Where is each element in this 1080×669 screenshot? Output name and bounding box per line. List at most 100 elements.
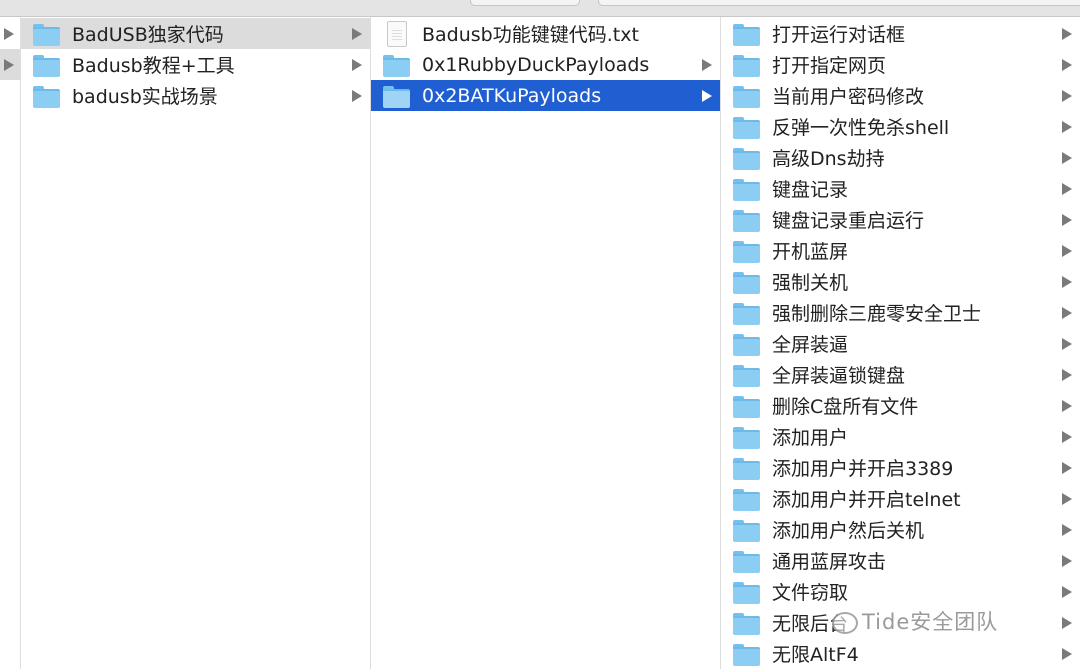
item-label: Badusb教程+工具 xyxy=(72,55,235,77)
chevron-right-icon xyxy=(1062,244,1072,257)
item-label: badusb实战场景 xyxy=(72,86,218,108)
list-item[interactable]: 添加用户并开启3389 xyxy=(721,452,1080,483)
list-item[interactable]: 0x1RubbyDuckPayloads xyxy=(371,49,720,80)
parent-row[interactable] xyxy=(0,18,20,49)
folder-icon xyxy=(733,643,760,666)
folder-icon xyxy=(733,240,760,263)
folder-icon xyxy=(733,426,760,449)
chevron-right-icon xyxy=(352,58,362,71)
chevron-right-icon xyxy=(1062,523,1072,536)
item-label: 添加用户 xyxy=(772,427,849,449)
item-label: 添加用户并开启3389 xyxy=(772,458,954,480)
list-item[interactable]: 强制删除三鹿零安全卫士 xyxy=(721,297,1080,328)
chevron-right-icon xyxy=(1062,120,1072,133)
chevron-right-icon xyxy=(1062,306,1072,319)
folder-icon xyxy=(733,116,760,139)
list-item[interactable]: 文件窃取 xyxy=(721,576,1080,607)
item-label: 添加用户然后关机 xyxy=(772,520,925,542)
disclosure-arrow-icon[interactable] xyxy=(4,27,14,40)
list-item[interactable]: 删除C盘所有文件 xyxy=(721,390,1080,421)
item-label: 键盘记录 xyxy=(772,179,849,201)
folder-icon xyxy=(733,550,760,573)
toolbar xyxy=(0,0,1080,17)
chevron-right-icon xyxy=(1062,151,1072,164)
folder-icon xyxy=(733,333,760,356)
folder-icon xyxy=(733,147,760,170)
toolbar-control[interactable] xyxy=(470,0,580,6)
list-item[interactable]: Badusb功能键键代码.txt xyxy=(371,18,720,49)
folder-icon xyxy=(33,23,60,46)
watermark: Tide安全团队 xyxy=(832,606,998,636)
list-item[interactable]: BadUSB独家代码 xyxy=(21,18,370,49)
folder-icon xyxy=(733,581,760,604)
item-label: BadUSB独家代码 xyxy=(72,24,224,46)
list-item[interactable]: 0x2BATKuPayloads xyxy=(371,80,720,111)
chevron-right-icon xyxy=(1062,182,1072,195)
chevron-right-icon xyxy=(702,58,712,71)
item-label: Badusb功能键键代码.txt xyxy=(422,24,639,46)
list-item[interactable]: 无限AltF4 xyxy=(721,638,1080,669)
list-item[interactable]: Badusb教程+工具 xyxy=(21,49,370,80)
folder-icon xyxy=(733,457,760,480)
list-item[interactable]: 添加用户 xyxy=(721,421,1080,452)
list-item[interactable]: 当前用户密码修改 xyxy=(721,80,1080,111)
item-label: 0x2BATKuPayloads xyxy=(422,84,602,107)
item-label: 键盘记录重启运行 xyxy=(772,210,925,232)
list-item[interactable]: 高级Dns劫持 xyxy=(721,142,1080,173)
folder-icon xyxy=(733,612,760,635)
chevron-right-icon xyxy=(1062,275,1072,288)
search-field[interactable] xyxy=(598,0,1080,6)
chevron-right-icon xyxy=(1062,399,1072,412)
list-item[interactable]: 反弹一次性免杀shell xyxy=(721,111,1080,142)
wechat-icon xyxy=(832,612,858,634)
disclosure-arrow-icon[interactable] xyxy=(4,58,14,71)
folder-icon xyxy=(733,23,760,46)
column-batku-payloads: 打开运行对话框打开指定网页当前用户密码修改反弹一次性免杀shell 高级Dns劫持… xyxy=(721,17,1080,669)
chevron-right-icon xyxy=(702,89,712,102)
item-label: 强制关机 xyxy=(772,272,849,294)
list-item[interactable]: 键盘记录 xyxy=(721,173,1080,204)
folder-icon xyxy=(733,395,760,418)
folder-icon xyxy=(733,54,760,77)
list-item[interactable]: 开机蓝屏 xyxy=(721,235,1080,266)
list-item[interactable]: 全屏装逼锁键盘 xyxy=(721,359,1080,390)
folder-icon xyxy=(733,519,760,542)
item-label: 删除C盘所有文件 xyxy=(772,396,919,418)
folder-icon xyxy=(733,302,760,325)
folder-icon xyxy=(733,85,760,108)
chevron-right-icon xyxy=(1062,616,1072,629)
text-file-icon xyxy=(387,20,407,47)
column-parent xyxy=(0,17,21,669)
list-item[interactable]: 全屏装逼 xyxy=(721,328,1080,359)
folder-icon xyxy=(33,85,60,108)
chevron-right-icon xyxy=(1062,430,1072,443)
parent-row[interactable] xyxy=(0,49,20,80)
folder-icon xyxy=(733,209,760,232)
folder-icon xyxy=(733,364,760,387)
item-label: 打开运行对话框 xyxy=(772,24,906,46)
list-item[interactable]: 键盘记录重启运行 xyxy=(721,204,1080,235)
column-badusb: BadUSB独家代码 Badusb教程+工具 badusb实战场景 xyxy=(21,17,371,669)
chevron-right-icon xyxy=(1062,554,1072,567)
chevron-right-icon xyxy=(1062,647,1072,660)
item-label: 强制删除三鹿零安全卫士 xyxy=(772,303,982,325)
list-item[interactable]: 添加用户并开启telnet xyxy=(721,483,1080,514)
item-label: 当前用户密码修改 xyxy=(772,86,925,108)
chevron-right-icon xyxy=(352,89,362,102)
item-label: 0x1RubbyDuckPayloads xyxy=(422,53,650,76)
chevron-right-icon xyxy=(1062,337,1072,350)
item-label: 添加用户并开启telnet xyxy=(772,489,961,511)
list-item[interactable]: 打开指定网页 xyxy=(721,49,1080,80)
folder-icon xyxy=(383,85,410,108)
chevron-right-icon xyxy=(1062,368,1072,381)
list-item[interactable]: 强制关机 xyxy=(721,266,1080,297)
list-item[interactable]: badusb实战场景 xyxy=(21,80,370,111)
chevron-right-icon xyxy=(352,27,362,40)
folder-icon xyxy=(733,271,760,294)
list-item[interactable]: 打开运行对话框 xyxy=(721,18,1080,49)
list-item[interactable]: 添加用户然后关机 xyxy=(721,514,1080,545)
chevron-right-icon xyxy=(1062,585,1072,598)
list-item[interactable]: 通用蓝屏攻击 xyxy=(721,545,1080,576)
chevron-right-icon xyxy=(1062,89,1072,102)
item-label: 全屏装逼 xyxy=(772,334,849,356)
